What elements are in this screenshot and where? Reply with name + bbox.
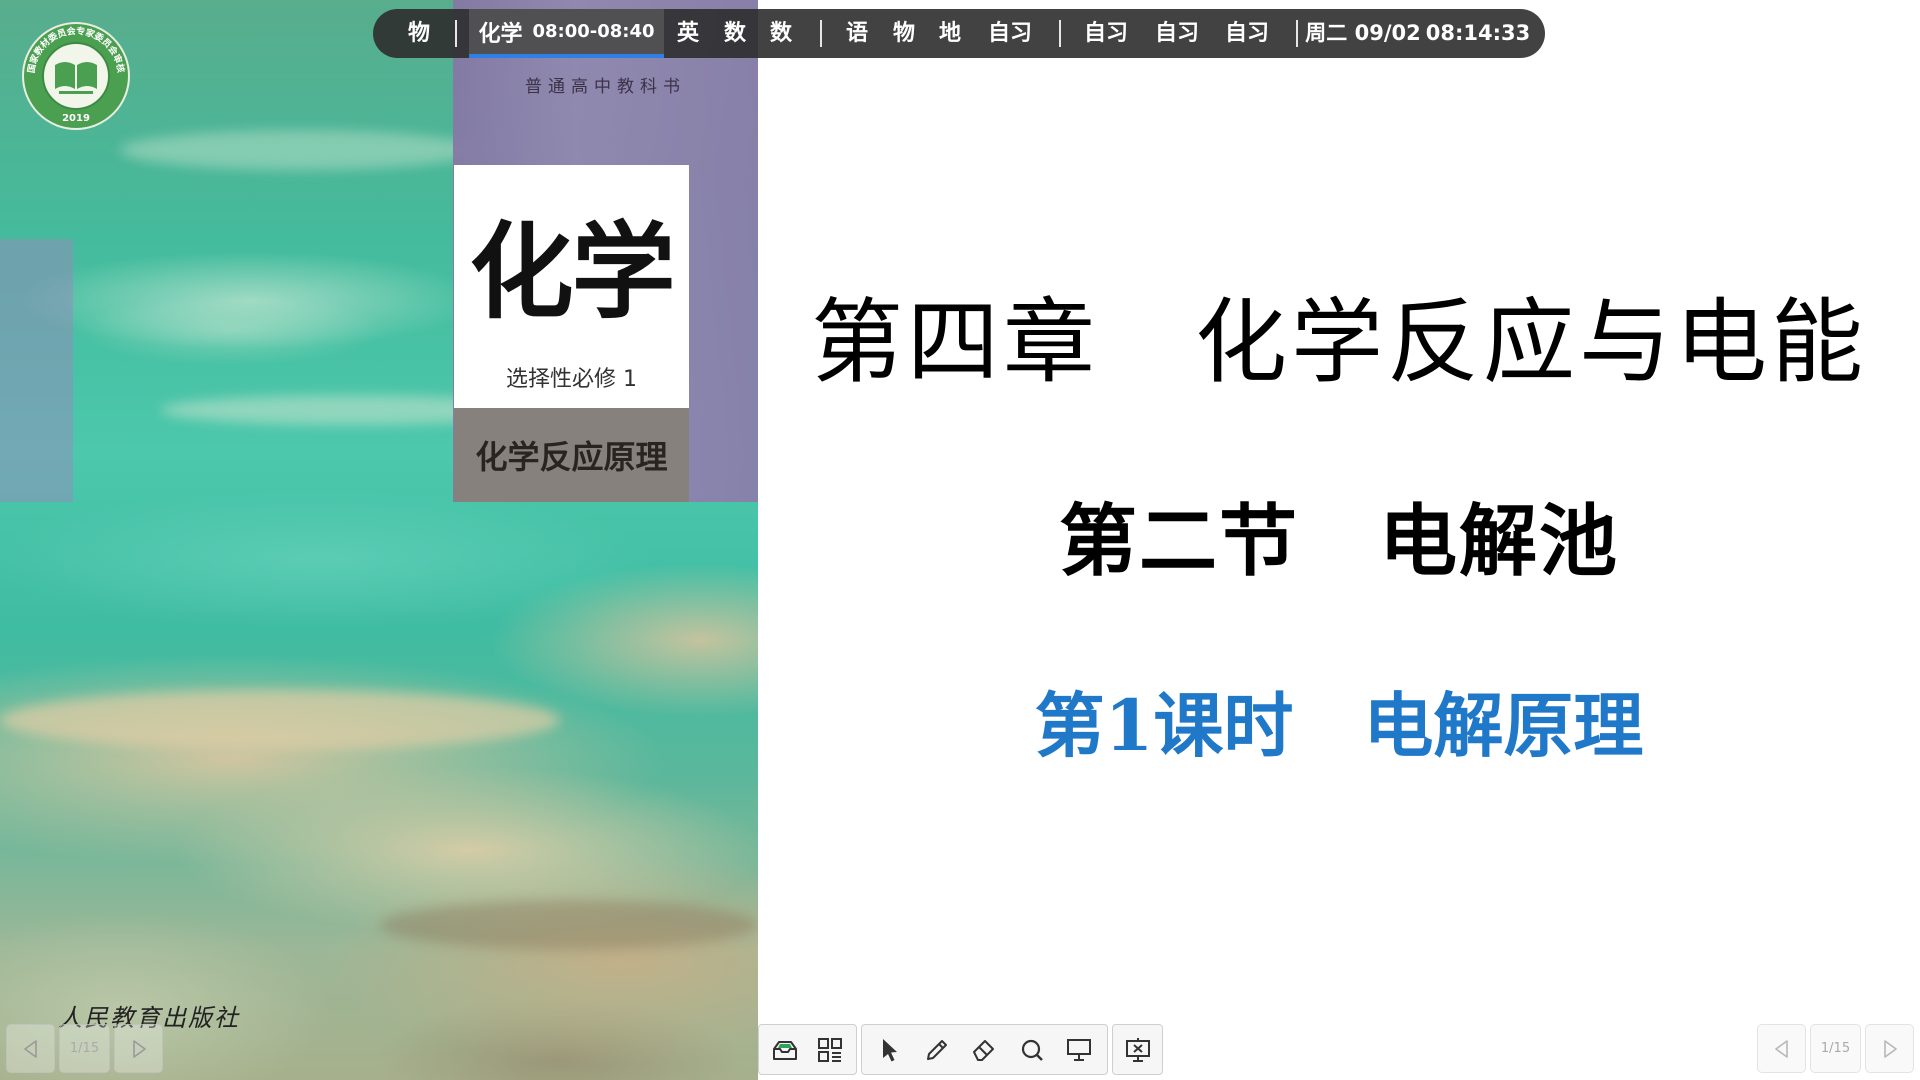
- pointer-icon: [882, 1038, 897, 1061]
- eraser-tool-button[interactable]: [964, 1030, 1004, 1070]
- end-presentation-icon: [1125, 1037, 1150, 1062]
- search-tool-button[interactable]: [1012, 1030, 1052, 1070]
- seal-year: 2019: [62, 113, 90, 124]
- apps-grid-button[interactable]: [810, 1030, 850, 1070]
- apps-grid-icon: [817, 1037, 842, 1062]
- screen-board-icon: [1067, 1038, 1092, 1061]
- cover-series-label: 普通高中教科书: [525, 77, 686, 97]
- page-navigator-right: 1/15: [1757, 1024, 1914, 1073]
- chevron-right-icon: [132, 1039, 146, 1058]
- cover-title-panel: 化学 选择性必修 1: [454, 165, 689, 408]
- schedule-period[interactable]: 物: [408, 9, 430, 58]
- whiteboard-tray-icon: [773, 1040, 798, 1060]
- pointer-tool-button[interactable]: [870, 1030, 910, 1070]
- schedule-period[interactable]: 自习: [988, 9, 1032, 58]
- schedule-divider: [1296, 20, 1298, 47]
- schedule-clock: 08:14:33: [1425, 21, 1531, 45]
- chapter-title: 第四章 化学反应与电能: [810, 289, 1867, 396]
- cover-subject: 化学: [469, 210, 675, 333]
- page-number: 1/15: [69, 1041, 100, 1056]
- textbook-cover: 国家教材委员会专家委员会审核通过 2019 普通高中教科书 化学 选择性必修 1…: [0, 0, 758, 1080]
- previous-page-button[interactable]: [6, 1024, 55, 1073]
- schedule-period[interactable]: 地: [939, 9, 961, 58]
- cover-volume: 选择性必修 1: [506, 367, 637, 392]
- page-navigator-left: 1/15: [6, 1024, 163, 1073]
- next-page-button[interactable]: [114, 1024, 163, 1073]
- search-icon: [1021, 1039, 1043, 1061]
- chevron-left-icon: [1774, 1039, 1788, 1058]
- schedule-period[interactable]: 数: [724, 9, 746, 58]
- textbook-approval-seal: 国家教材委员会专家委员会审核通过 2019: [21, 21, 130, 130]
- schedule-period[interactable]: 自习: [1155, 9, 1199, 58]
- cover-photo-tint: [0, 239, 73, 502]
- current-period[interactable]: 化学 08:00-08:40: [469, 9, 664, 58]
- chevron-right-icon: [1883, 1039, 1897, 1058]
- lesson-title: 第1课时 电解原理: [1034, 684, 1644, 767]
- next-page-button[interactable]: [1865, 1024, 1914, 1073]
- screen-board-button[interactable]: [1059, 1030, 1099, 1070]
- eraser-icon: [973, 1039, 995, 1061]
- schedule-divider: [455, 20, 457, 47]
- end-presentation-button[interactable]: [1118, 1030, 1158, 1070]
- current-period-time: 08:00-08:40: [532, 21, 655, 42]
- toolbar-group-tools: [861, 1024, 1108, 1075]
- page-number: 1/15: [1820, 1041, 1851, 1056]
- schedule-period[interactable]: 英: [677, 9, 699, 58]
- cover-book-title: 化学反应原理: [475, 438, 668, 476]
- section-title: 第二节 电解池: [1058, 496, 1619, 587]
- schedule-period[interactable]: 数: [770, 9, 792, 58]
- toolbar-group-exit: [1112, 1024, 1163, 1075]
- schedule-period[interactable]: 自习: [1225, 9, 1269, 58]
- toolbar-group-apps: [758, 1024, 857, 1075]
- cover-photo-streak: [0, 690, 560, 750]
- schedule-period[interactable]: 物: [893, 9, 915, 58]
- schedule-date: 周二 09/02: [1305, 21, 1421, 45]
- chevron-left-icon: [23, 1039, 37, 1058]
- schedule-divider: [1059, 20, 1061, 47]
- cover-photo-streak: [380, 900, 758, 950]
- pen-tool-button[interactable]: [917, 1030, 957, 1070]
- page-indicator[interactable]: 1/15: [59, 1024, 110, 1073]
- cover-photo-streak: [120, 130, 480, 170]
- whiteboard-tray-button[interactable]: [765, 1030, 805, 1070]
- page-indicator[interactable]: 1/15: [1810, 1024, 1861, 1073]
- current-period-subject: 化学: [478, 21, 523, 47]
- cover-booktitle-panel: 化学反应原理: [454, 408, 689, 502]
- class-schedule-bar[interactable]: 物 化学 08:00-08:40 英 数 数 语 物 地 自习 自习 自习 自习…: [373, 9, 1545, 58]
- schedule-divider: [820, 20, 822, 47]
- schedule-period[interactable]: 语: [846, 9, 868, 58]
- pen-icon: [927, 1039, 948, 1060]
- schedule-period[interactable]: 自习: [1084, 9, 1128, 58]
- previous-page-button[interactable]: [1757, 1024, 1806, 1073]
